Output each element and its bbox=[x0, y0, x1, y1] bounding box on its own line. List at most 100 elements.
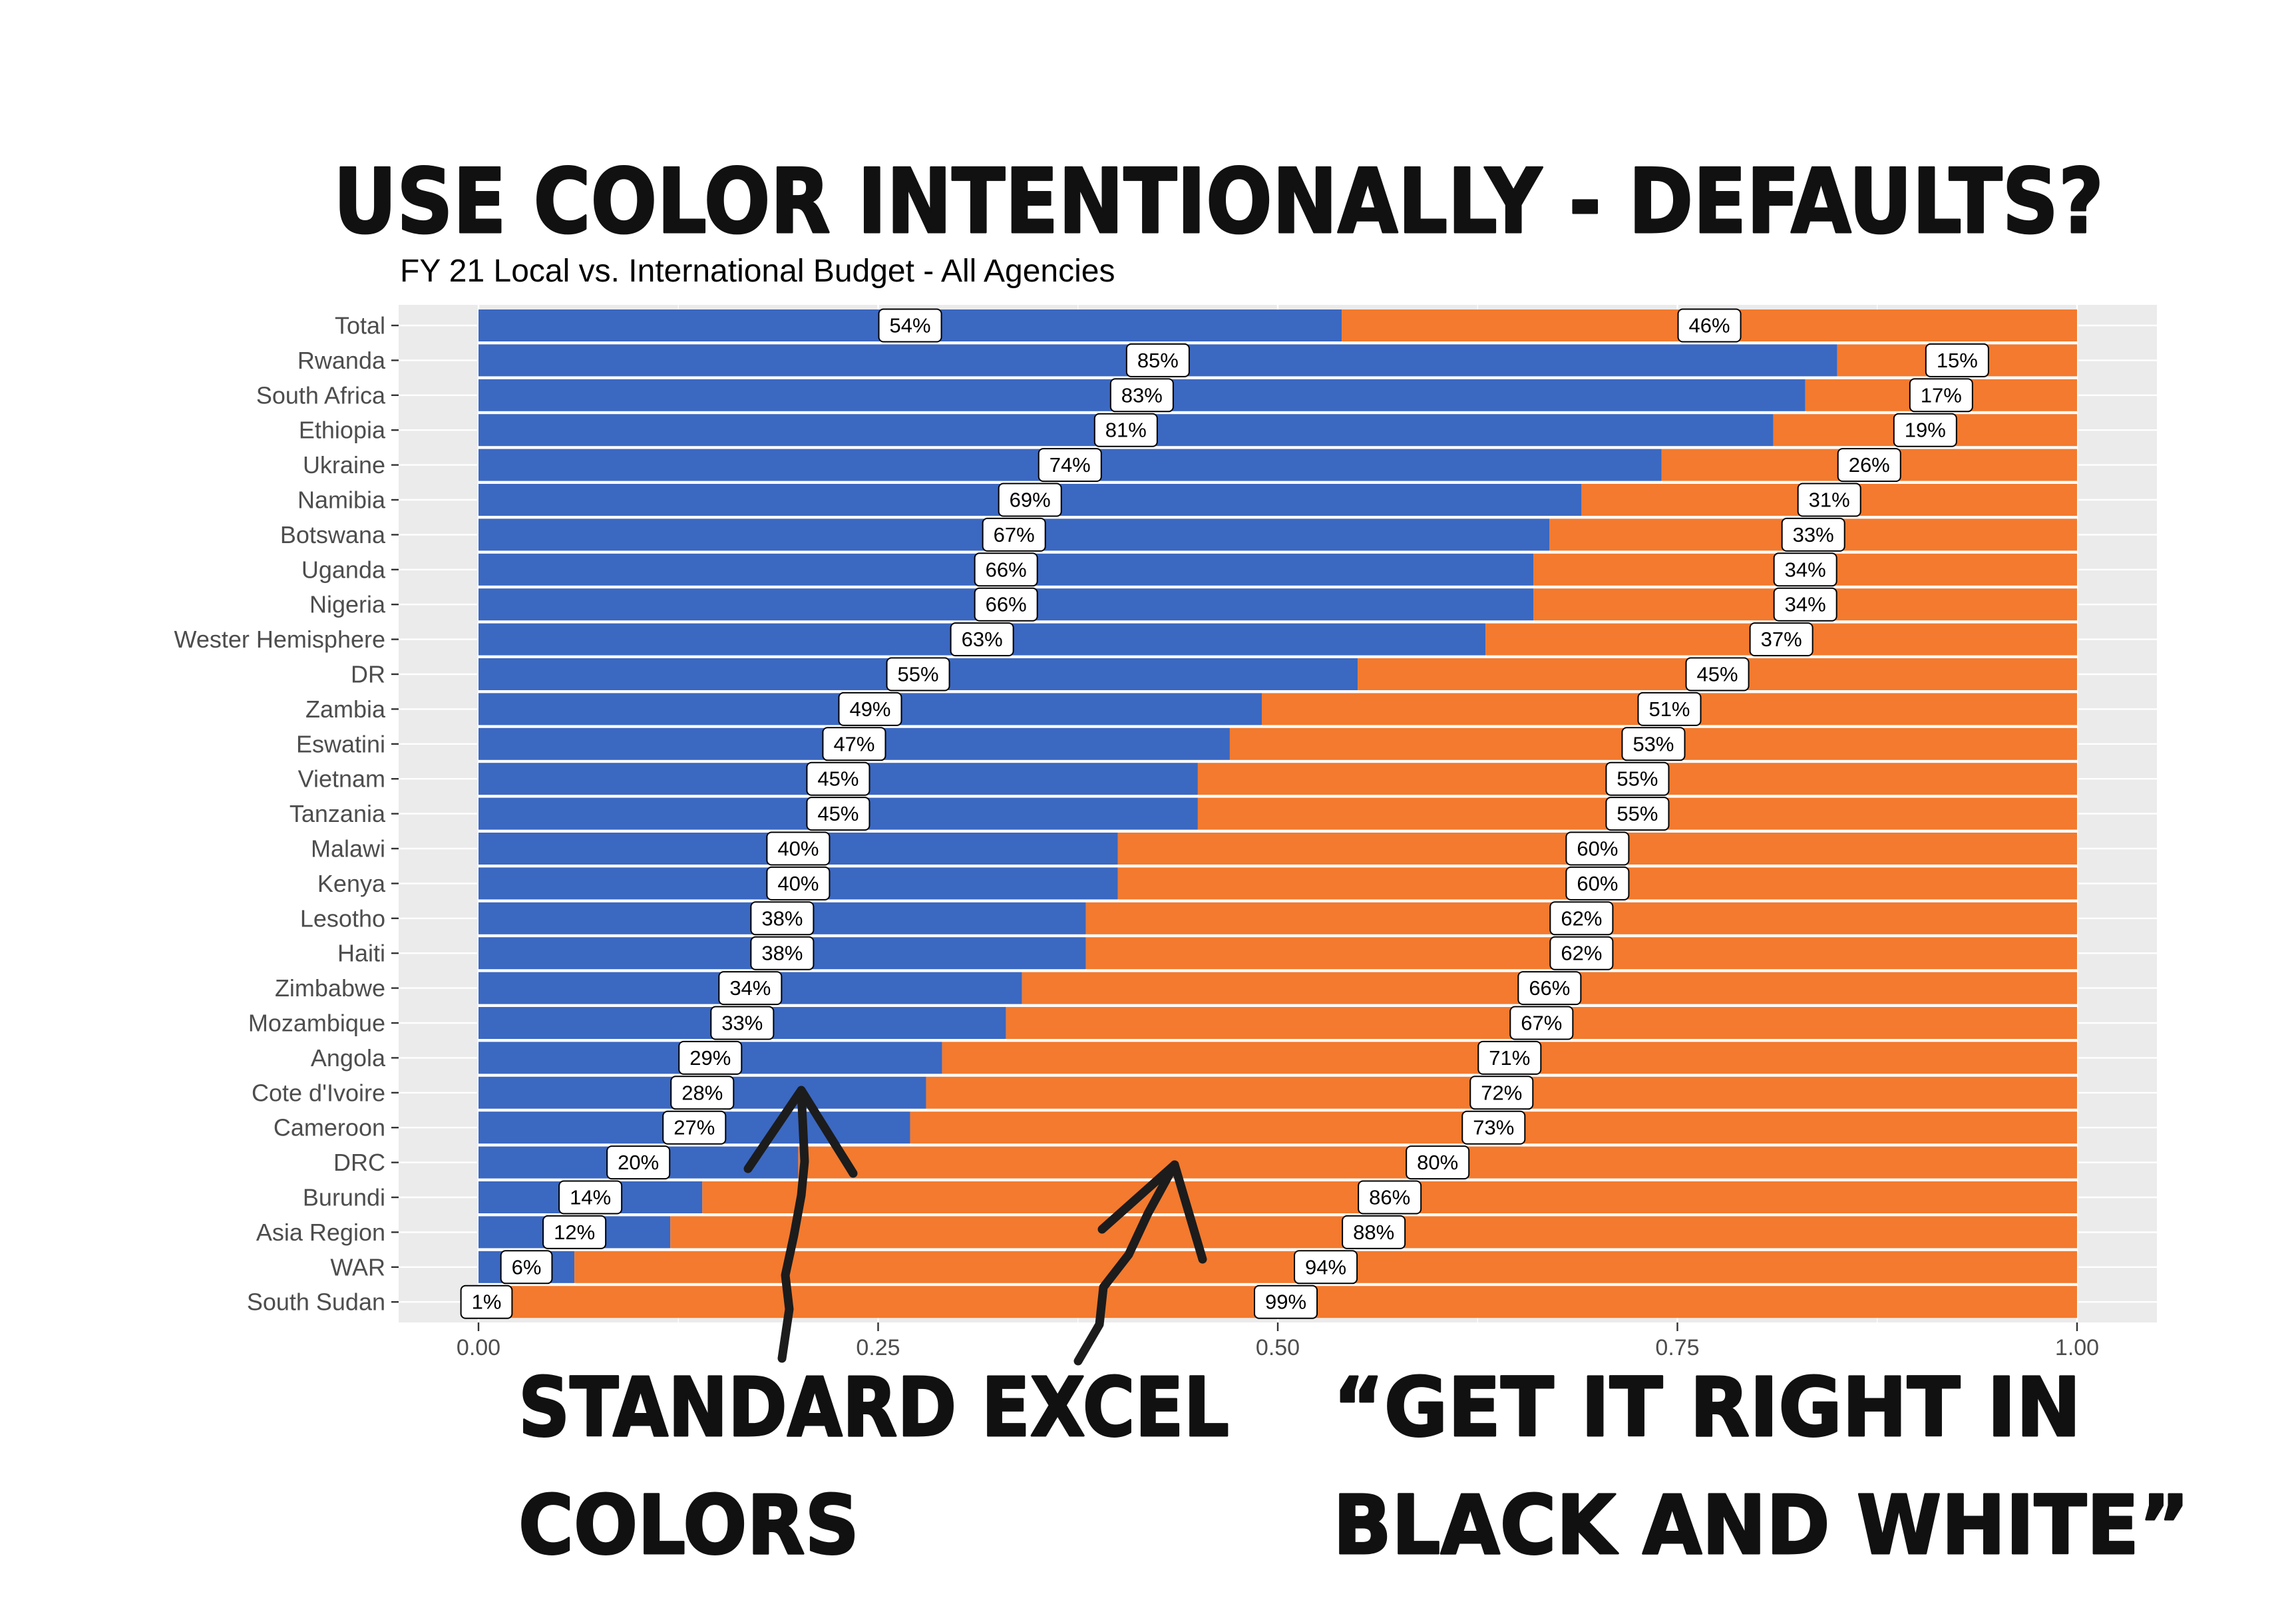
data-label-text: 55% bbox=[1617, 767, 1658, 791]
data-label-text: 60% bbox=[1577, 872, 1618, 895]
data-label: 94% bbox=[1294, 1250, 1358, 1285]
data-label-text: 49% bbox=[849, 698, 890, 721]
heading-annotation: USE COLOR INTENTIONALLY - DEFAULTS? bbox=[333, 150, 2104, 254]
data-label-text: 66% bbox=[986, 593, 1027, 616]
data-label: 34% bbox=[1773, 587, 1837, 622]
x-tick-label: 1.00 bbox=[2055, 1335, 2099, 1360]
data-label: 66% bbox=[974, 587, 1038, 622]
data-label-text: 45% bbox=[817, 767, 859, 791]
data-label: 33% bbox=[710, 1006, 775, 1040]
data-label: 27% bbox=[662, 1110, 727, 1145]
y-tick-label: Rwanda bbox=[297, 347, 386, 374]
data-label-text: 63% bbox=[962, 628, 1003, 651]
data-label-text: 20% bbox=[618, 1151, 659, 1174]
data-label: 66% bbox=[974, 552, 1038, 587]
data-label: 62% bbox=[1549, 936, 1614, 970]
data-label: 67% bbox=[982, 517, 1046, 552]
data-label-text: 29% bbox=[689, 1046, 731, 1070]
y-tick-label: Kenya bbox=[317, 870, 386, 897]
data-label-text: 34% bbox=[1785, 593, 1826, 616]
annotation-left-line-2: COLORS bbox=[518, 1478, 859, 1573]
data-label: 29% bbox=[678, 1040, 743, 1075]
data-label-text: 6% bbox=[512, 1255, 542, 1279]
data-label-text: 80% bbox=[1417, 1151, 1458, 1174]
data-label-text: 12% bbox=[554, 1221, 595, 1244]
y-tick-label: WAR bbox=[330, 1253, 385, 1281]
data-label: 53% bbox=[1621, 727, 1686, 761]
data-label-text: 19% bbox=[1905, 419, 1946, 442]
x-tick-label: 0.50 bbox=[1256, 1335, 1300, 1360]
data-label-text: 66% bbox=[986, 558, 1027, 581]
data-label-text: 33% bbox=[1793, 523, 1834, 546]
data-label: 60% bbox=[1565, 866, 1630, 900]
data-label: 73% bbox=[1461, 1110, 1526, 1145]
data-label: 55% bbox=[886, 657, 950, 692]
data-label: 55% bbox=[1605, 797, 1670, 831]
data-label: 19% bbox=[1893, 413, 1957, 447]
data-label: 81% bbox=[1093, 413, 1158, 447]
data-label-text: 73% bbox=[1473, 1116, 1514, 1139]
y-tick-label: DRC bbox=[333, 1149, 385, 1176]
data-label: 14% bbox=[558, 1180, 623, 1215]
data-label-text: 88% bbox=[1353, 1221, 1394, 1244]
x-tick-label: 0.75 bbox=[1655, 1335, 1699, 1360]
data-label: 47% bbox=[822, 727, 886, 761]
data-label-text: 62% bbox=[1561, 942, 1602, 965]
data-label: 67% bbox=[1509, 1006, 1574, 1040]
data-label-text: 54% bbox=[890, 314, 931, 337]
data-label-text: 17% bbox=[1921, 383, 1962, 407]
annotation-right-line-2: BLACK AND WHITE” bbox=[1333, 1478, 2190, 1573]
data-label-text: 15% bbox=[1937, 349, 1978, 372]
data-label: 6% bbox=[500, 1250, 553, 1285]
y-tick-label: Eswatini bbox=[296, 730, 385, 757]
y-tick-label: Wester Hemisphere bbox=[174, 626, 385, 653]
data-label: 54% bbox=[878, 308, 942, 343]
data-label-text: 45% bbox=[1697, 663, 1738, 686]
y-tick-label: Nigeria bbox=[309, 591, 386, 618]
data-label: 74% bbox=[1038, 448, 1102, 483]
data-label: 49% bbox=[838, 692, 902, 726]
data-label: 17% bbox=[1909, 378, 1973, 413]
data-label-text: 81% bbox=[1105, 419, 1147, 442]
chart-title: FY 21 Local vs. International Budget - A… bbox=[400, 254, 1115, 289]
data-label: 62% bbox=[1549, 901, 1614, 936]
data-label: 80% bbox=[1406, 1145, 1470, 1180]
y-tick-label: Cote d'Ivoire bbox=[252, 1079, 385, 1106]
data-label-text: 71% bbox=[1489, 1046, 1530, 1070]
data-label: 99% bbox=[1253, 1285, 1318, 1319]
data-label: 66% bbox=[1517, 971, 1582, 1006]
data-label-text: 67% bbox=[1521, 1012, 1562, 1035]
data-label: 34% bbox=[1773, 552, 1837, 587]
data-label-text: 38% bbox=[761, 906, 803, 930]
data-label-text: 34% bbox=[1785, 558, 1826, 581]
data-label: 26% bbox=[1837, 448, 1901, 483]
data-label: 71% bbox=[1477, 1040, 1542, 1075]
data-label-text: 53% bbox=[1632, 732, 1674, 755]
y-tick-label: Zimbabwe bbox=[275, 974, 385, 1002]
data-label-text: 51% bbox=[1648, 698, 1690, 721]
y-tick-label: Zambia bbox=[305, 696, 386, 723]
data-label-text: 69% bbox=[1010, 489, 1051, 512]
y-tick-label: Ukraine bbox=[303, 451, 385, 479]
data-label: 88% bbox=[1342, 1215, 1406, 1249]
data-label-text: 33% bbox=[721, 1012, 763, 1035]
y-tick-label: DR bbox=[351, 661, 385, 688]
data-label: 37% bbox=[1749, 622, 1814, 657]
data-label: 20% bbox=[606, 1145, 671, 1180]
data-label-text: 28% bbox=[681, 1081, 723, 1104]
y-tick-label: Vietnam bbox=[298, 765, 385, 793]
data-label: 40% bbox=[766, 831, 831, 866]
data-label-text: 31% bbox=[1809, 489, 1850, 512]
data-label-text: 94% bbox=[1305, 1255, 1346, 1279]
data-label-text: 38% bbox=[761, 942, 803, 965]
data-label: 38% bbox=[750, 936, 815, 970]
data-label-text: 14% bbox=[570, 1186, 611, 1209]
data-label: 83% bbox=[1109, 378, 1174, 413]
data-label: 45% bbox=[806, 797, 870, 831]
data-label: 33% bbox=[1781, 517, 1845, 552]
data-label-text: 85% bbox=[1137, 349, 1179, 372]
data-label: 69% bbox=[998, 483, 1062, 517]
y-tick-label: Total bbox=[335, 312, 385, 339]
data-label-text: 62% bbox=[1561, 906, 1602, 930]
data-label-text: 86% bbox=[1369, 1186, 1410, 1209]
